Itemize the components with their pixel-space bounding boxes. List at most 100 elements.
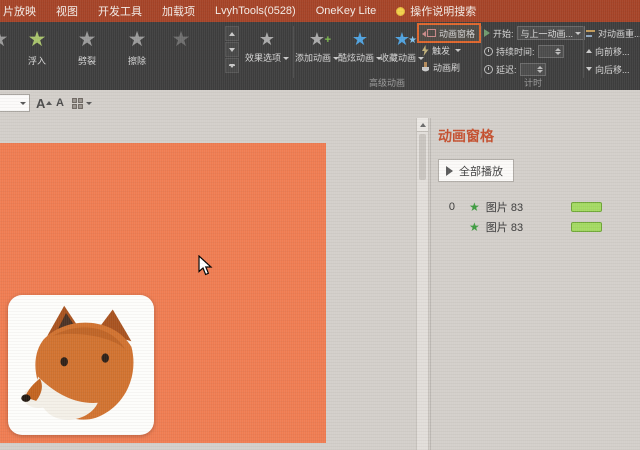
gallery-effect-dim[interactable] — [162, 24, 200, 78]
add-animation-icon — [309, 29, 331, 50]
chevron-down-icon — [575, 31, 582, 35]
grid-icon — [72, 98, 83, 109]
fox-image — [21, 305, 134, 420]
effect-options-label: 效果选项 — [245, 53, 289, 64]
move-earlier-button[interactable]: 向前移... — [586, 43, 640, 59]
animation-painter-button[interactable]: 动画刷 — [419, 59, 479, 75]
gallery-scroll-down-button[interactable] — [225, 42, 239, 57]
scroll-up-button[interactable] — [417, 118, 428, 132]
chevron-down-icon — [283, 57, 289, 61]
cool-animation-button[interactable]: 酷炫动画 — [338, 24, 383, 82]
play-all-button[interactable]: 全部播放 — [438, 159, 514, 182]
gallery-effect-split[interactable]: 劈裂 — [62, 24, 112, 78]
menu-tab-onekey-lite[interactable]: OneKey Lite — [306, 0, 387, 22]
reorder-animation-title: 对动画重... — [586, 25, 640, 41]
ribbon-separator — [583, 26, 584, 78]
toolbar-dropdown[interactable] — [0, 94, 30, 112]
menu-tab-view[interactable]: 视图 — [46, 0, 88, 22]
animation-star-icon — [78, 28, 97, 52]
slide-vertical-scrollbar[interactable] — [416, 118, 429, 450]
gallery-more-button[interactable] — [225, 58, 239, 73]
gallery-effect-float-in[interactable]: 浮入 — [12, 24, 62, 78]
animation-pane-label: 动画窗格 — [439, 28, 476, 39]
chevron-down-icon — [86, 102, 92, 105]
animation-order-number: 0 — [448, 201, 455, 213]
animation-effects-gallery: 浮入 劈裂 擦除 — [0, 24, 224, 78]
gallery-effect-label: 劈裂 — [77, 56, 96, 66]
duration-spinner[interactable] — [537, 44, 564, 58]
animation-star-icon — [172, 28, 191, 52]
tell-me-label: 操作说明搜索 — [410, 6, 477, 18]
ribbon-separator — [293, 26, 294, 78]
gallery-effect-wipe[interactable]: 擦除 — [112, 24, 162, 78]
chevron-down-icon — [20, 101, 26, 105]
delay-spinner[interactable] — [519, 62, 546, 76]
animation-list-item[interactable]: 图片 83 — [431, 217, 640, 237]
mini-toolbar: A A — [0, 90, 640, 118]
delay-label: 延迟: — [496, 64, 517, 75]
animations-ribbon: 浮入 劈裂 擦除 效果选项 — [0, 22, 640, 90]
start-icon — [484, 29, 490, 37]
gallery-effect-label: 浮入 — [27, 56, 46, 66]
animation-star-icon — [128, 28, 147, 52]
start-label: 开始: — [493, 28, 514, 39]
timeline-bar[interactable] — [571, 202, 602, 212]
move-later-button[interactable]: 向后移... — [586, 61, 640, 77]
animation-pane: 动画窗格 全部播放 0 图片 83 图片 83 — [430, 118, 640, 450]
menu-tab-developer[interactable]: 开发工具 — [88, 0, 152, 22]
animation-pane-button[interactable]: 动画窗格 — [417, 23, 481, 43]
arrow-up-icon — [419, 122, 426, 127]
chevron-up-icon — [229, 31, 235, 36]
cool-animation-icon — [352, 29, 368, 49]
scrollbar-thumb[interactable] — [419, 134, 426, 180]
trigger-button[interactable]: 触发 — [419, 42, 479, 58]
animation-item-label: 图片 83 — [485, 202, 524, 214]
menu-tab-lvyhtools[interactable]: LvyhTools(0528) — [205, 0, 306, 22]
duration-clock-icon — [484, 46, 493, 56]
timing-group: 开始: 与上一动画... 持续时间: 延迟: — [484, 25, 586, 79]
fox-picture[interactable] — [8, 295, 154, 435]
favorite-animation-label: 收藏动画 — [380, 53, 425, 64]
lightbulb-icon — [396, 6, 406, 16]
chevron-down-icon — [229, 47, 235, 52]
menu-tab-slideshow[interactable]: 片放映 — [0, 0, 46, 22]
animation-star-icon — [28, 28, 47, 52]
play-all-label: 全部播放 — [459, 165, 503, 178]
animation-list-item[interactable]: 0 图片 83 — [431, 197, 640, 217]
tell-me-search[interactable]: 操作说明搜索 — [386, 0, 486, 22]
arrow-down-icon — [586, 67, 592, 71]
animation-item-label: 图片 83 — [485, 222, 524, 234]
more-effects-icon — [229, 63, 235, 68]
menu-tab-addins[interactable]: 加载项 — [152, 0, 205, 22]
powerpoint-window: 片放映 视图 开发工具 加载项 LvyhTools(0528) OneKey L… — [0, 0, 640, 450]
duration-label: 持续时间: — [496, 46, 535, 57]
reorder-animation-group: 对动画重... 向前移... 向后移... — [586, 25, 640, 79]
cool-animation-label: 酷炫动画 — [338, 53, 383, 64]
workspace: 动画窗格 全部播放 0 图片 83 图片 83 — [0, 90, 640, 450]
gallery-scroll-up-button[interactable] — [225, 26, 239, 41]
advanced-animation-stack: 动画窗格 触发 动画刷 — [417, 23, 481, 76]
shrink-font-button[interactable]: A — [56, 94, 64, 112]
gallery-effect-partial[interactable] — [0, 24, 12, 78]
animation-star-icon — [0, 28, 8, 52]
favorite-animation-button[interactable]: 收藏动画 — [380, 24, 425, 82]
slide-canvas[interactable] — [0, 143, 326, 443]
animation-pane-title: 动画窗格 — [438, 128, 494, 144]
effect-options-icon — [259, 29, 275, 49]
animation-painter-label: 动画刷 — [433, 62, 461, 73]
timing-group-label: 计时 — [524, 78, 543, 88]
add-animation-button[interactable]: 添加动画 — [295, 24, 340, 82]
add-animation-label: 添加动画 — [295, 53, 340, 64]
arrow-up-icon — [586, 49, 592, 53]
mouse-cursor — [198, 255, 213, 276]
advanced-animation-group-label: 高级动画 — [369, 78, 406, 88]
timeline-bar[interactable] — [571, 222, 602, 232]
layout-grid-button[interactable] — [72, 95, 100, 112]
play-icon — [446, 165, 453, 176]
arrow-up-icon — [46, 101, 53, 105]
chevron-down-icon — [455, 48, 462, 52]
start-dropdown[interactable]: 与上一动画... — [516, 26, 586, 40]
menubar: 片放映 视图 开发工具 加载项 LvyhTools(0528) OneKey L… — [0, 0, 640, 22]
grow-font-button[interactable]: A — [36, 94, 53, 112]
effect-options-button[interactable]: 效果选项 — [244, 24, 290, 82]
